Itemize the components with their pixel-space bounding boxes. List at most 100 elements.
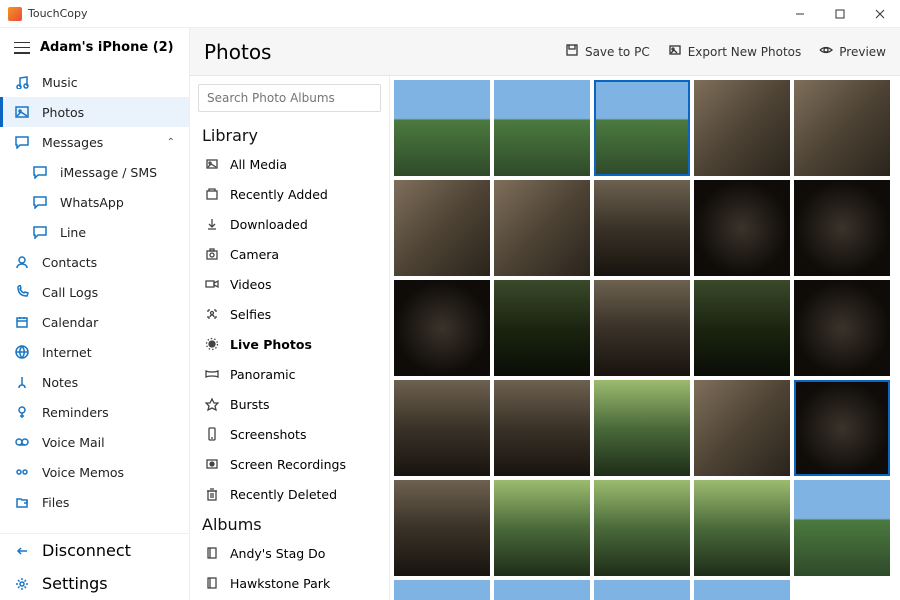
device-selector[interactable]: Adam's iPhone (2) xyxy=(0,28,189,67)
nav-item-music[interactable]: Music xyxy=(0,67,189,97)
photo-thumbnail[interactable] xyxy=(694,80,790,176)
nav-label: Contacts xyxy=(42,255,97,270)
titlebar-left: TouchCopy xyxy=(8,7,87,21)
minimize-button[interactable] xyxy=(780,0,820,28)
library-item-deleted[interactable]: Recently Deleted xyxy=(190,479,389,509)
videos-icon xyxy=(204,276,220,292)
preview-icon xyxy=(819,43,833,60)
app-title: TouchCopy xyxy=(28,7,87,20)
photo-thumbnail[interactable] xyxy=(594,580,690,600)
preview-button[interactable]: Preview xyxy=(819,43,886,60)
photo-thumbnail[interactable] xyxy=(494,380,590,476)
photo-thumbnail[interactable] xyxy=(594,280,690,376)
nav-settings[interactable]: Settings xyxy=(0,567,189,600)
photo-thumbnail[interactable] xyxy=(494,480,590,576)
library-panel: LibraryAll MediaRecently AddedDownloaded… xyxy=(190,76,390,600)
photo-thumbnail[interactable] xyxy=(694,380,790,476)
message-icon xyxy=(32,224,48,240)
library-item-panoramic[interactable]: Panoramic xyxy=(190,359,389,389)
screenshots-icon xyxy=(204,426,220,442)
nav-label: Call Logs xyxy=(42,285,98,300)
photo-grid-scroll[interactable] xyxy=(390,76,900,600)
photo-thumbnail[interactable] xyxy=(694,180,790,276)
nav-item-voicemail[interactable]: Voice Mail xyxy=(0,427,189,457)
library-item-screenrec[interactable]: Screen Recordings xyxy=(190,449,389,479)
nav-item-messages[interactable]: Messages⌃ xyxy=(0,127,189,157)
library-item-label: Bursts xyxy=(230,397,270,412)
disconnect-icon xyxy=(14,543,30,559)
photo-thumbnail[interactable] xyxy=(794,280,890,376)
nav-item-reminders[interactable]: Reminders xyxy=(0,397,189,427)
photo-thumbnail[interactable] xyxy=(594,380,690,476)
message-icon xyxy=(32,164,48,180)
library-item-bursts[interactable]: Bursts xyxy=(190,389,389,419)
library-item-downloaded[interactable]: Downloaded xyxy=(190,209,389,239)
nav-item-photos[interactable]: Photos xyxy=(0,97,189,127)
deleted-icon xyxy=(204,486,220,502)
nav-sub-imessage[interactable]: iMessage / SMS xyxy=(0,157,189,187)
save-to-pc-button[interactable]: Save to PC xyxy=(565,43,650,60)
photo-thumbnail[interactable] xyxy=(394,80,490,176)
photo-thumbnail[interactable] xyxy=(594,80,690,176)
photo-thumbnail[interactable] xyxy=(694,480,790,576)
notes-icon xyxy=(14,374,30,390)
photo-thumbnail[interactable] xyxy=(594,480,690,576)
internet-icon xyxy=(14,344,30,360)
photo-thumbnail[interactable] xyxy=(394,280,490,376)
voicemail-icon xyxy=(14,434,30,450)
nav-label: Music xyxy=(42,75,78,90)
nav-item-voicememos[interactable]: Voice Memos xyxy=(0,457,189,487)
library-item-label: Recently Deleted xyxy=(230,487,337,502)
photo-thumbnail[interactable] xyxy=(394,380,490,476)
nav-sub-line[interactable]: Line xyxy=(0,217,189,247)
preview-label: Preview xyxy=(839,45,886,59)
library-item-camera[interactable]: Camera xyxy=(190,239,389,269)
library-item-recent[interactable]: Recently Added xyxy=(190,179,389,209)
album-item-hawkstone[interactable]: Hawkstone Park xyxy=(190,568,389,598)
nav-disconnect[interactable]: Disconnect xyxy=(0,534,189,567)
library-item-screenshots[interactable]: Screenshots xyxy=(190,419,389,449)
library-item-label: Videos xyxy=(230,277,272,292)
search-input[interactable] xyxy=(198,84,381,112)
photo-thumbnail[interactable] xyxy=(494,80,590,176)
contacts-icon xyxy=(14,254,30,270)
library-item-label: Selfies xyxy=(230,307,271,322)
nav-label: Voice Mail xyxy=(42,435,105,450)
album-icon xyxy=(204,575,220,591)
message-icon xyxy=(32,194,48,210)
nav-item-internet[interactable]: Internet xyxy=(0,337,189,367)
photo-thumbnail[interactable] xyxy=(494,580,590,600)
photo-thumbnail[interactable] xyxy=(694,280,790,376)
nav-label: Messages xyxy=(42,135,103,150)
photo-thumbnail[interactable] xyxy=(594,180,690,276)
library-item-videos[interactable]: Videos xyxy=(190,269,389,299)
album-item-andys[interactable]: Andy's Stag Do xyxy=(190,538,389,568)
photo-thumbnail[interactable] xyxy=(794,380,890,476)
photo-thumbnail[interactable] xyxy=(794,480,890,576)
library-item-all[interactable]: All Media xyxy=(190,149,389,179)
nav-item-calllogs[interactable]: Call Logs xyxy=(0,277,189,307)
nav-item-calendar[interactable]: Calendar xyxy=(0,307,189,337)
export-new-photos-button[interactable]: Export New Photos xyxy=(668,43,802,60)
close-button[interactable] xyxy=(860,0,900,28)
photo-thumbnail[interactable] xyxy=(394,480,490,576)
nav-item-contacts[interactable]: Contacts xyxy=(0,247,189,277)
photo-thumbnail[interactable] xyxy=(794,180,890,276)
device-name: Adam's iPhone (2) xyxy=(40,40,174,55)
photo-thumbnail[interactable] xyxy=(494,280,590,376)
nav-item-notes[interactable]: Notes xyxy=(0,367,189,397)
library-item-label: Live Photos xyxy=(230,337,312,352)
photo-thumbnail[interactable] xyxy=(394,580,490,600)
nav-item-files[interactable]: Files xyxy=(0,487,189,517)
library-item-selfies[interactable]: Selfies xyxy=(190,299,389,329)
save-label: Save to PC xyxy=(585,45,650,59)
messages-icon xyxy=(14,134,30,150)
album-icon xyxy=(204,545,220,561)
maximize-button[interactable] xyxy=(820,0,860,28)
library-item-livephotos[interactable]: Live Photos xyxy=(190,329,389,359)
nav-sub-whatsapp[interactable]: WhatsApp xyxy=(0,187,189,217)
photo-thumbnail[interactable] xyxy=(794,80,890,176)
photo-thumbnail[interactable] xyxy=(694,580,790,600)
photo-thumbnail[interactable] xyxy=(494,180,590,276)
photo-thumbnail[interactable] xyxy=(394,180,490,276)
